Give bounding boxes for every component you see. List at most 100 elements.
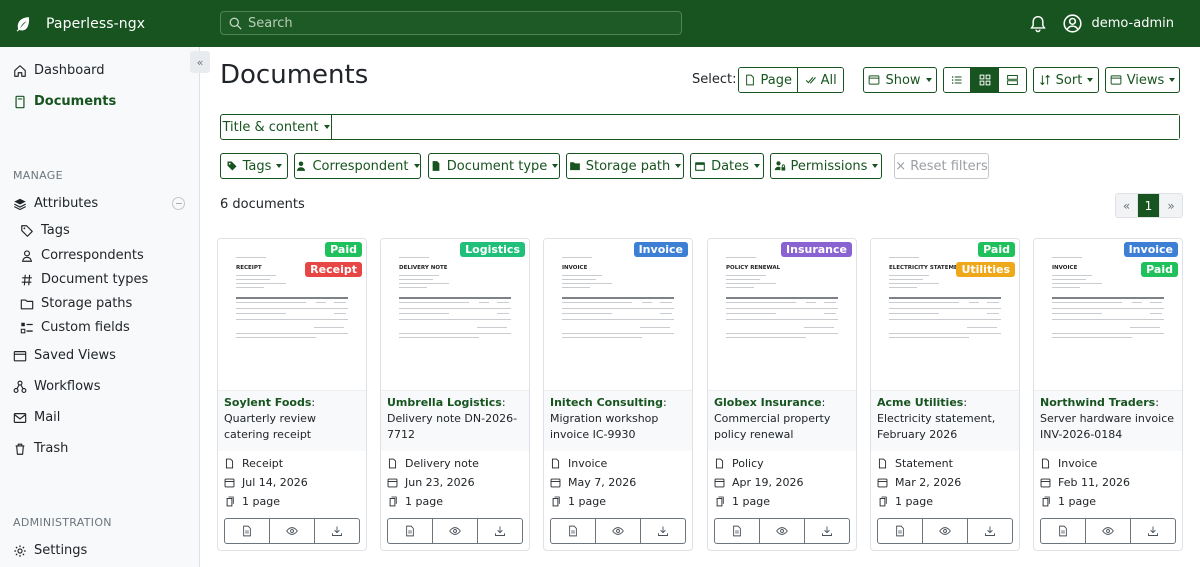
thumbnail-text-line (399, 308, 511, 309)
preview-button[interactable] (1086, 519, 1131, 543)
document-thumbnail[interactable]: POLICY RENEWAL (708, 239, 856, 391)
card-title-block: Soylent Foods: Quarterly review catering… (218, 391, 366, 451)
preview-button[interactable] (433, 519, 478, 543)
card-correspondent[interactable]: Northwind Traders (1040, 396, 1155, 409)
sidebar-item-saved-views[interactable]: Saved Views (13, 348, 116, 363)
global-search[interactable] (220, 11, 682, 35)
card-correspondent[interactable]: Umbrella Logistics (387, 396, 502, 409)
title-content-dropdown[interactable]: Title & content (221, 115, 332, 139)
sidebar-item-trash[interactable]: Trash (13, 441, 68, 456)
sidebar-item-label: Dashboard (34, 63, 105, 78)
tag-badge[interactable]: Utilities (956, 262, 1015, 277)
document-card: ELECTRICITY STATEMENT Paid Utilities Acm… (870, 238, 1020, 551)
select-all-button[interactable]: All (798, 68, 843, 92)
sidebar-item-document-types[interactable]: Document types (20, 272, 148, 287)
pagination-next[interactable]: » (1160, 194, 1182, 217)
reset-filters-button[interactable]: × Reset filters (894, 153, 989, 179)
sidebar-item-custom-fields[interactable]: Custom fields (20, 320, 130, 335)
card-correspondent[interactable]: Globex Insurance (714, 396, 822, 409)
search-input[interactable] (248, 15, 668, 31)
thumbnail-text-line (562, 275, 602, 276)
calendar-icon (387, 478, 398, 488)
sidebar-item-workflows[interactable]: Workflows (13, 379, 100, 394)
tags-filter-button[interactable]: Tags (220, 153, 288, 179)
tag-badge[interactable]: Paid (325, 242, 362, 257)
permissions-filter-button[interactable]: Permissions (770, 153, 882, 179)
preview-button[interactable] (270, 519, 315, 543)
tag-badge[interactable]: Invoice (633, 242, 688, 257)
pagination-prev[interactable]: « (1116, 194, 1138, 217)
card-correspondent[interactable]: Soylent Foods (224, 396, 311, 409)
thumbnail-text-line (236, 279, 270, 280)
open-details-button[interactable] (551, 519, 596, 543)
show-button[interactable]: Show (863, 67, 937, 93)
card-correspondent[interactable]: Initech Consulting (550, 396, 663, 409)
thumbnail-text-line (399, 333, 511, 334)
open-details-button[interactable] (1041, 519, 1086, 543)
select-label: Select: (692, 72, 737, 87)
download-button[interactable] (968, 519, 1012, 543)
title-content-input[interactable] (332, 115, 1179, 139)
open-details-button[interactable] (878, 519, 923, 543)
sort-button[interactable]: Sort (1033, 67, 1099, 93)
user-menu[interactable]: demo-admin (1063, 14, 1174, 33)
preview-button[interactable] (923, 519, 968, 543)
thumbnail-heading: INVOICE (1052, 265, 1078, 271)
correspondent-filter-button[interactable]: Correspondent (294, 153, 421, 179)
view-table-button[interactable] (944, 68, 972, 92)
view-small-cards-button[interactable] (971, 68, 999, 92)
user-name: demo-admin (1091, 16, 1174, 31)
list-icon (952, 76, 962, 84)
bell-icon[interactable] (1029, 15, 1047, 33)
view-large-cards-button[interactable] (998, 68, 1026, 92)
sidebar-item-attributes[interactable]: Attributes (13, 196, 98, 211)
sidebar-item-storage-paths[interactable]: Storage paths (20, 296, 132, 311)
pagination-page-1[interactable]: 1 (1138, 194, 1160, 217)
thumbnail-text-line (562, 287, 590, 288)
download-button[interactable] (1131, 519, 1175, 543)
pagination: « 1 » (1115, 193, 1183, 218)
tag-badge[interactable]: Insurance (781, 242, 852, 257)
brand[interactable]: Paperless-ngx (0, 15, 220, 33)
thumbnail-text-line (622, 302, 632, 303)
sidebar-item-dashboard[interactable]: Dashboard (13, 63, 105, 78)
open-details-button[interactable] (225, 519, 270, 543)
storage-path-filter-button[interactable]: Storage path (566, 153, 684, 179)
download-button[interactable] (641, 519, 685, 543)
sidebar-item-tags[interactable]: Tags (20, 223, 70, 238)
pages-text: 1 page (405, 495, 443, 508)
sidebar-collapse-button[interactable]: « (190, 51, 210, 73)
download-button[interactable] (478, 519, 522, 543)
thumbnail-text-line (987, 313, 999, 314)
pages-text: 1 page (568, 495, 606, 508)
pages-text: 1 page (895, 495, 933, 508)
document-thumbnail[interactable]: DELIVERY NOTE (381, 239, 529, 391)
pages-text: 1 page (1058, 495, 1096, 508)
collapse-attributes-icon[interactable] (172, 197, 185, 210)
document-thumbnail[interactable]: INVOICE (544, 239, 692, 391)
open-details-button[interactable] (715, 519, 760, 543)
preview-button[interactable] (760, 519, 805, 543)
file-icon (1041, 458, 1050, 469)
tag-badge[interactable]: Receipt (305, 262, 362, 277)
card-correspondent[interactable]: Acme Utilities (877, 396, 963, 409)
preview-button[interactable] (596, 519, 641, 543)
views-button[interactable]: Views (1105, 67, 1180, 93)
dates-filter-button[interactable]: Dates (690, 153, 764, 179)
document-type-filter-button[interactable]: Document type (428, 153, 560, 179)
thumbnail-text-line (334, 313, 346, 314)
tag-badge[interactable]: Paid (1141, 262, 1178, 277)
sidebar-item-documents[interactable]: Documents (13, 94, 116, 109)
title-content-label: Title & content (222, 119, 319, 135)
sidebar-item-label: Workflows (34, 379, 101, 394)
download-button[interactable] (315, 519, 359, 543)
sidebar-item-correspondents[interactable]: Correspondents (20, 248, 144, 263)
sidebar-item-mail[interactable]: Mail (13, 410, 60, 425)
download-button[interactable] (805, 519, 849, 543)
tag-badge[interactable]: Logistics (460, 242, 525, 257)
select-page-button[interactable]: Page (739, 68, 799, 92)
open-details-button[interactable] (388, 519, 433, 543)
tag-badge[interactable]: Invoice (1123, 242, 1178, 257)
sidebar-item-settings[interactable]: Settings (13, 543, 87, 558)
tag-badge[interactable]: Paid (978, 242, 1015, 257)
